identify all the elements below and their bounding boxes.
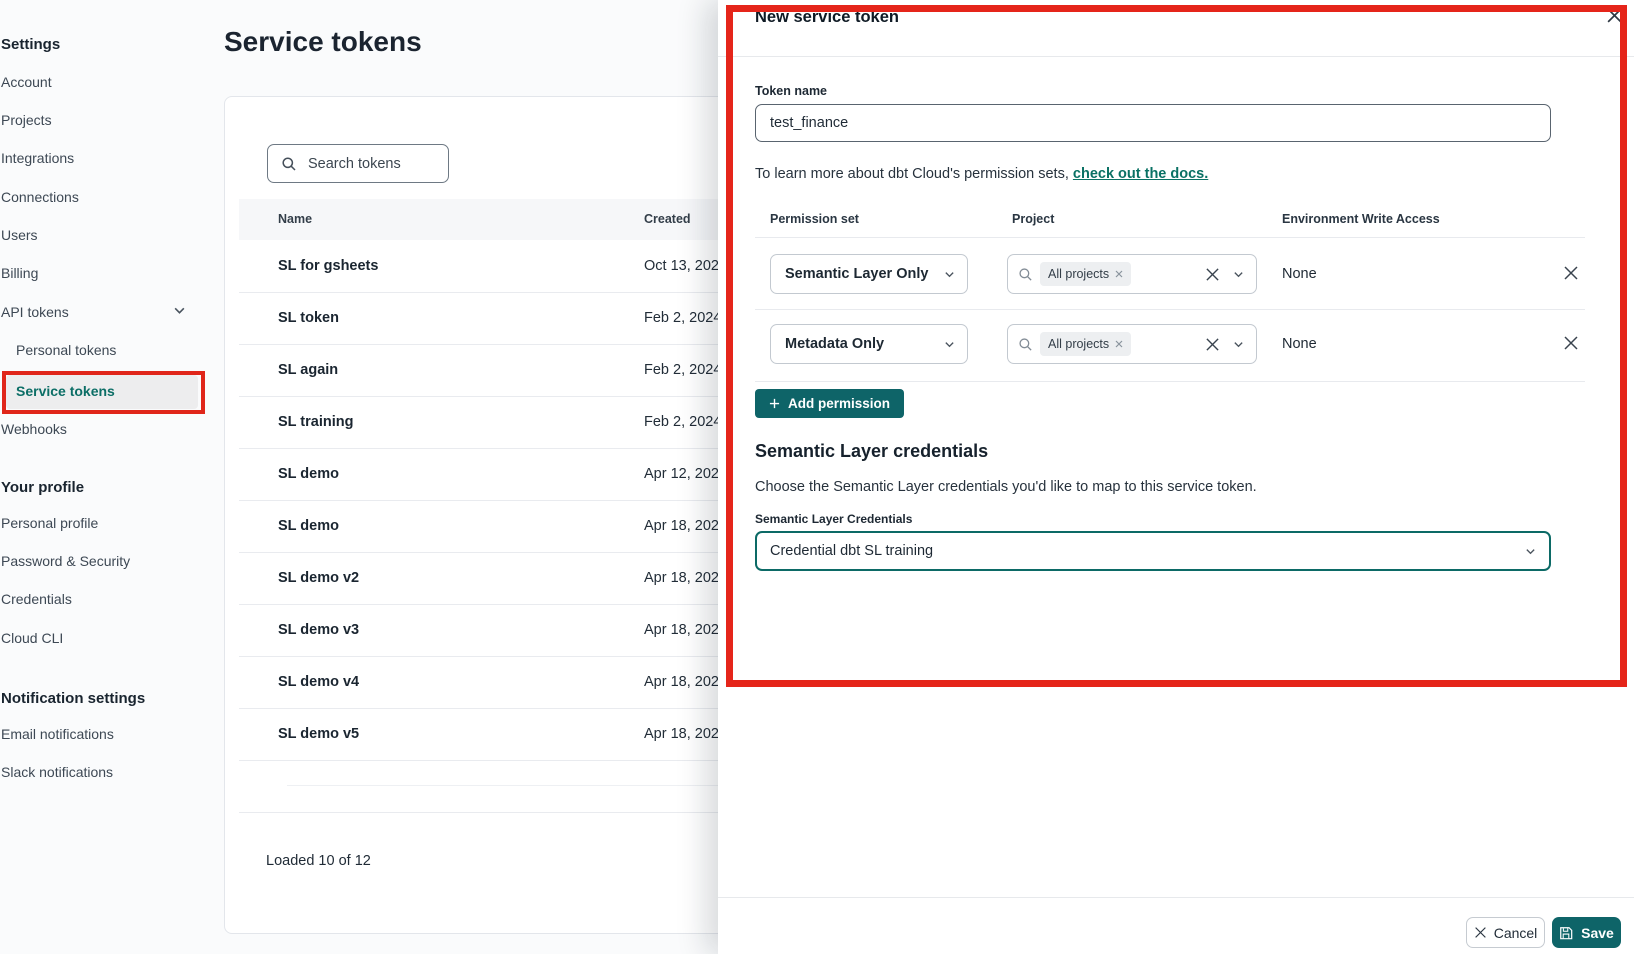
clear-icon[interactable]: [1205, 267, 1220, 282]
credential-value: Credential dbt SL training: [757, 543, 1525, 559]
search-icon: [1018, 337, 1033, 352]
chevron-down-icon: [944, 339, 967, 350]
token-name: SL demo v5: [278, 708, 359, 760]
docs-link[interactable]: check out the docs.: [1073, 166, 1208, 182]
new-service-token-drawer: New service token Token name To learn mo…: [718, 0, 1634, 954]
search-tokens-box[interactable]: [267, 144, 449, 183]
token-name-label: Token name: [755, 84, 827, 98]
docs-hint: To learn more about dbt Cloud's permissi…: [755, 166, 1208, 182]
sidebar-heading-your-profile: Your profile: [1, 479, 84, 496]
perm-column-env-write-access: Environment Write Access: [1282, 212, 1440, 226]
project-chip-label: All projects: [1048, 267, 1109, 281]
remove-permission-icon[interactable]: [1563, 265, 1579, 281]
token-name: SL for gsheets: [278, 240, 378, 292]
sidebar-heading-notification-settings: Notification settings: [1, 690, 145, 707]
perm-column-permission-set: Permission set: [770, 212, 859, 226]
sidebar-item-account[interactable]: Account: [1, 74, 52, 91]
remove-permission-icon[interactable]: [1563, 335, 1579, 351]
add-permission-label: Add permission: [788, 396, 890, 411]
perm-column-project: Project: [1012, 212, 1054, 226]
chip-remove-icon[interactable]: [1115, 340, 1123, 348]
search-input[interactable]: [306, 155, 430, 173]
divider: [755, 381, 1585, 382]
sidebar-item-api-tokens[interactable]: API tokens: [1, 304, 186, 321]
token-name: SL again: [278, 344, 338, 396]
drawer-title: New service token: [755, 8, 899, 27]
sidebar-item-projects[interactable]: Projects: [1, 112, 52, 129]
sidebar-item-personal-tokens[interactable]: Personal tokens: [16, 342, 116, 359]
permission-set-value: Semantic Layer Only: [771, 266, 944, 282]
plus-icon: [769, 398, 780, 409]
chevron-down-icon: [1233, 339, 1244, 350]
chevron-down-icon: [944, 269, 967, 280]
settings-sidebar: Settings Account Projects Integrations C…: [0, 0, 212, 954]
sidebar-item-billing[interactable]: Billing: [1, 265, 38, 282]
search-icon: [1018, 267, 1033, 282]
cancel-label: Cancel: [1494, 925, 1538, 941]
token-name: SL demo v4: [278, 656, 359, 708]
chevron-down-icon: [1525, 546, 1549, 557]
close-icon[interactable]: [1606, 7, 1623, 24]
sidebar-item-cloud-cli[interactable]: Cloud CLI: [1, 630, 63, 647]
clear-icon[interactable]: [1205, 337, 1220, 352]
divider: [755, 309, 1585, 310]
token-name: SL token: [278, 292, 339, 344]
cancel-button[interactable]: Cancel: [1466, 917, 1545, 948]
sidebar-item-webhooks[interactable]: Webhooks: [1, 421, 67, 438]
env-write-access-value: None: [1282, 336, 1317, 352]
sidebar-item-slack-notifications[interactable]: Slack notifications: [1, 764, 113, 781]
add-permission-button[interactable]: Add permission: [755, 389, 904, 418]
loaded-count: Loaded 10 of 12: [266, 853, 371, 869]
semantic-layer-credentials-select[interactable]: Credential dbt SL training: [755, 531, 1551, 571]
save-label: Save: [1581, 925, 1614, 941]
chevron-down-icon: [1233, 269, 1244, 280]
permission-set-select[interactable]: Semantic Layer Only: [770, 254, 968, 294]
semantic-layer-credentials-label: Semantic Layer Credentials: [755, 512, 912, 526]
save-button[interactable]: Save: [1552, 917, 1621, 948]
env-write-access-value: None: [1282, 266, 1317, 282]
close-icon: [1474, 926, 1487, 939]
sidebar-item-credentials[interactable]: Credentials: [1, 591, 72, 608]
token-name: SL demo v3: [278, 604, 359, 656]
sidebar-item-service-tokens[interactable]: Service tokens: [16, 383, 115, 400]
divider: [718, 56, 1634, 57]
token-name: SL training: [278, 396, 353, 448]
column-header-name: Name: [278, 199, 312, 240]
save-icon: [1559, 926, 1573, 940]
divider: [755, 237, 1585, 238]
permission-set-value: Metadata Only: [771, 336, 944, 352]
token-name: SL demo: [278, 448, 339, 500]
search-icon: [281, 156, 297, 172]
token-name-input[interactable]: [755, 104, 1551, 142]
token-name: SL demo: [278, 500, 339, 552]
sidebar-item-label: API tokens: [1, 304, 69, 321]
project-multiselect[interactable]: All projects: [1007, 324, 1257, 364]
sidebar-item-personal-profile[interactable]: Personal profile: [1, 515, 98, 532]
project-chip-label: All projects: [1048, 337, 1109, 351]
column-header-created: Created: [644, 199, 691, 240]
sidebar-item-password-security[interactable]: Password & Security: [1, 553, 130, 570]
project-chip: All projects: [1040, 262, 1131, 286]
project-multiselect[interactable]: All projects: [1007, 254, 1257, 294]
page-title: Service tokens: [224, 26, 422, 58]
sidebar-heading-settings: Settings: [1, 36, 60, 53]
chevron-down-icon: [173, 304, 186, 321]
token-name: SL demo v2: [278, 552, 359, 604]
semantic-layer-credentials-heading: Semantic Layer credentials: [755, 441, 988, 462]
semantic-layer-credentials-description: Choose the Semantic Layer credentials yo…: [755, 479, 1257, 495]
chip-remove-icon[interactable]: [1115, 270, 1123, 278]
sidebar-item-connections[interactable]: Connections: [1, 189, 79, 206]
docs-hint-text: To learn more about dbt Cloud's permissi…: [755, 166, 1073, 182]
permission-set-select[interactable]: Metadata Only: [770, 324, 968, 364]
project-chip: All projects: [1040, 332, 1131, 356]
sidebar-item-users[interactable]: Users: [1, 227, 38, 244]
divider: [718, 897, 1634, 898]
sidebar-item-email-notifications[interactable]: Email notifications: [1, 726, 114, 743]
sidebar-item-integrations[interactable]: Integrations: [1, 150, 74, 167]
